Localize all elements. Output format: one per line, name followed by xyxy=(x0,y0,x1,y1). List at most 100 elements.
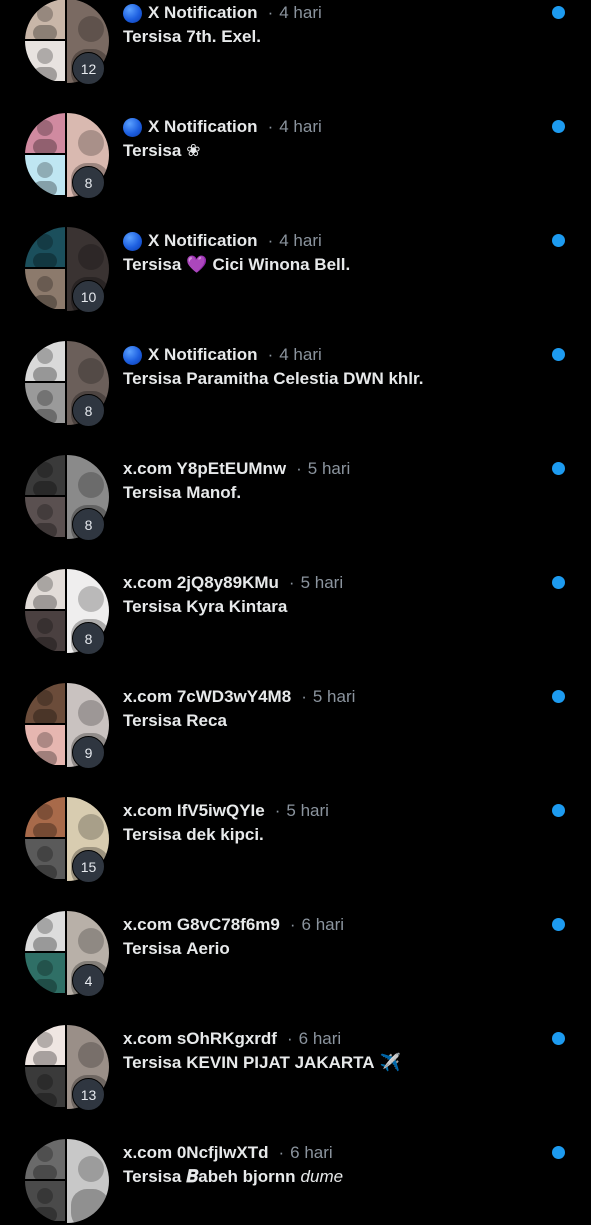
separator-dot: · xyxy=(267,117,274,136)
message-body: Aerio xyxy=(186,939,230,958)
sender-name[interactable]: x.com 7cWD3wY4M8 xyxy=(123,687,291,707)
message-prefix: Tersisa xyxy=(123,483,182,502)
separator-dot: · xyxy=(278,1143,285,1162)
separator-dot: · xyxy=(289,915,296,934)
message-prefix: Tersisa xyxy=(123,1167,182,1186)
notification-row[interactable]: 8 X Notification · 4 hari Tersisa Parami… xyxy=(0,313,591,427)
unread-dot xyxy=(552,462,565,475)
notification-header: x.com sOhRKgxrdf · 6 hari xyxy=(123,1027,341,1051)
message-body: Cici Winona Bell. xyxy=(212,255,351,274)
separator-dot: · xyxy=(301,687,307,706)
notification-row[interactable]: x.com 0NcfjIwXTd · 6 hari Tersisa 𝑩abeh … xyxy=(0,1111,591,1225)
sender-name[interactable]: X Notification xyxy=(148,345,258,365)
unread-dot xyxy=(552,690,565,703)
notification-header: x.com IfV5iwQYIe · 5 hari xyxy=(123,799,329,823)
avatar xyxy=(67,1139,109,1223)
timestamp: 4 hari xyxy=(279,3,322,22)
message-prefix: Tersisa xyxy=(123,141,182,160)
count-badge: 8 xyxy=(72,622,105,655)
avatar xyxy=(25,113,65,153)
notification-text: Tersisa Kyra Kintara xyxy=(123,595,287,619)
notification-row[interactable]: 15 x.com IfV5iwQYIe · 5 hari Tersisa dek… xyxy=(0,769,591,883)
avatar xyxy=(25,683,65,723)
message-italic: dume xyxy=(300,1167,344,1186)
avatar xyxy=(25,911,65,951)
message-prefix: Tersisa xyxy=(123,1053,182,1072)
sender-name[interactable]: X Notification xyxy=(148,231,258,251)
sender-name[interactable]: x.com IfV5iwQYIe xyxy=(123,801,265,821)
notification-row[interactable]: 4 x.com G8vC78f6m9 · 6 hari Tersisa Aeri… xyxy=(0,883,591,997)
avatar-group[interactable] xyxy=(25,1139,109,1223)
notification-text: Tersisa dek kipci. xyxy=(123,823,264,847)
count-badge: 9 xyxy=(72,736,105,769)
unread-dot xyxy=(552,120,565,133)
notification-text: Tersisa Paramitha Celestia DWN khlr. xyxy=(123,367,423,391)
notification-row[interactable]: 12 X Notification · 4 hari Tersisa 7th. … xyxy=(0,0,591,85)
count-badge: 10 xyxy=(72,280,105,313)
avatar xyxy=(25,497,65,537)
notification-row[interactable]: 10 X Notification · 4 hari Tersisa 💜 Cic… xyxy=(0,199,591,313)
notification-text: Tersisa 7th. Exel. xyxy=(123,25,261,49)
timestamp: 5 hari xyxy=(312,687,356,706)
unread-dot xyxy=(552,6,565,19)
message-body: ❀ xyxy=(186,141,201,160)
message-body: KEVIN PIJAT JAKARTA xyxy=(186,1053,375,1072)
avatar xyxy=(25,953,65,993)
message-prefix: Tersisa xyxy=(123,255,182,274)
sender-name[interactable]: x.com G8vC78f6m9 xyxy=(123,915,280,935)
avatar xyxy=(25,1181,65,1221)
timestamp: 4 hari xyxy=(279,345,322,364)
message-body: 7th. Exel. xyxy=(186,27,261,46)
timestamp: 4 hari xyxy=(279,117,322,136)
separator-dot: · xyxy=(288,573,295,592)
notification-row[interactable]: 8 x.com 2jQ8y89KMu · 5 hari Tersisa Kyra… xyxy=(0,541,591,655)
separator-dot: · xyxy=(274,801,281,820)
notification-row[interactable]: 8 X Notification · 4 hari Tersisa ❀ xyxy=(0,85,591,199)
count-badge: 8 xyxy=(72,394,105,427)
notification-text: Tersisa Aerio xyxy=(123,937,230,961)
notification-row[interactable]: 13 x.com sOhRKgxrdf · 6 hari Tersisa KEV… xyxy=(0,997,591,1111)
avatar xyxy=(25,1067,65,1107)
timestamp: 6 hari xyxy=(301,915,345,934)
sender-name[interactable]: x.com sOhRKgxrdf xyxy=(123,1029,277,1049)
notification-header: x.com G8vC78f6m9 · 6 hari xyxy=(123,913,344,937)
timestamp: 4 hari xyxy=(279,231,322,250)
unread-dot xyxy=(552,348,565,361)
avatar xyxy=(25,41,65,81)
timestamp: 5 hari xyxy=(286,801,329,820)
notification-text: Tersisa KEVIN PIJAT JAKARTA ✈️ xyxy=(123,1051,401,1075)
globe-icon xyxy=(123,3,142,23)
message-body: dek kipci. xyxy=(186,825,264,844)
separator-dot: · xyxy=(267,345,274,364)
separator-dot: · xyxy=(286,1029,293,1048)
sender-name[interactable]: x.com Y8pEtEUMnw xyxy=(123,459,286,479)
avatar xyxy=(25,341,65,381)
timestamp: 5 hari xyxy=(307,459,351,478)
notification-header: x.com 7cWD3wY4M8 · 5 hari xyxy=(123,685,355,709)
notification-text: Tersisa 💜 Cici Winona Bell. xyxy=(123,253,350,277)
message-body: Manof. xyxy=(186,483,242,502)
sender-name[interactable]: x.com 0NcfjIwXTd xyxy=(123,1143,268,1163)
notification-row[interactable]: 9 x.com 7cWD3wY4M8 · 5 hari Tersisa Reca xyxy=(0,655,591,769)
count-badge: 12 xyxy=(72,52,105,85)
avatar xyxy=(25,155,65,195)
airplane-icon: ✈️ xyxy=(379,1053,401,1072)
avatar xyxy=(25,611,65,651)
unread-dot xyxy=(552,804,565,817)
avatar xyxy=(25,227,65,267)
message-prefix: Tersisa xyxy=(123,711,182,730)
avatar xyxy=(25,0,65,39)
sender-name[interactable]: X Notification xyxy=(148,117,258,137)
avatar xyxy=(25,1025,65,1065)
count-badge: 4 xyxy=(72,964,105,997)
message-body: Reca xyxy=(186,711,227,730)
message-body: 𝑩abeh bjornn xyxy=(186,1167,296,1186)
message-prefix: Tersisa xyxy=(123,597,182,616)
unread-dot xyxy=(552,234,565,247)
message-prefix: Tersisa xyxy=(123,939,182,958)
sender-name[interactable]: X Notification xyxy=(148,3,258,23)
purple-heart-icon: 💜 xyxy=(186,255,208,274)
sender-name[interactable]: x.com 2jQ8y89KMu xyxy=(123,573,279,593)
unread-dot xyxy=(552,576,565,589)
notification-row[interactable]: 8 x.com Y8pEtEUMnw · 5 hari Tersisa Mano… xyxy=(0,427,591,541)
